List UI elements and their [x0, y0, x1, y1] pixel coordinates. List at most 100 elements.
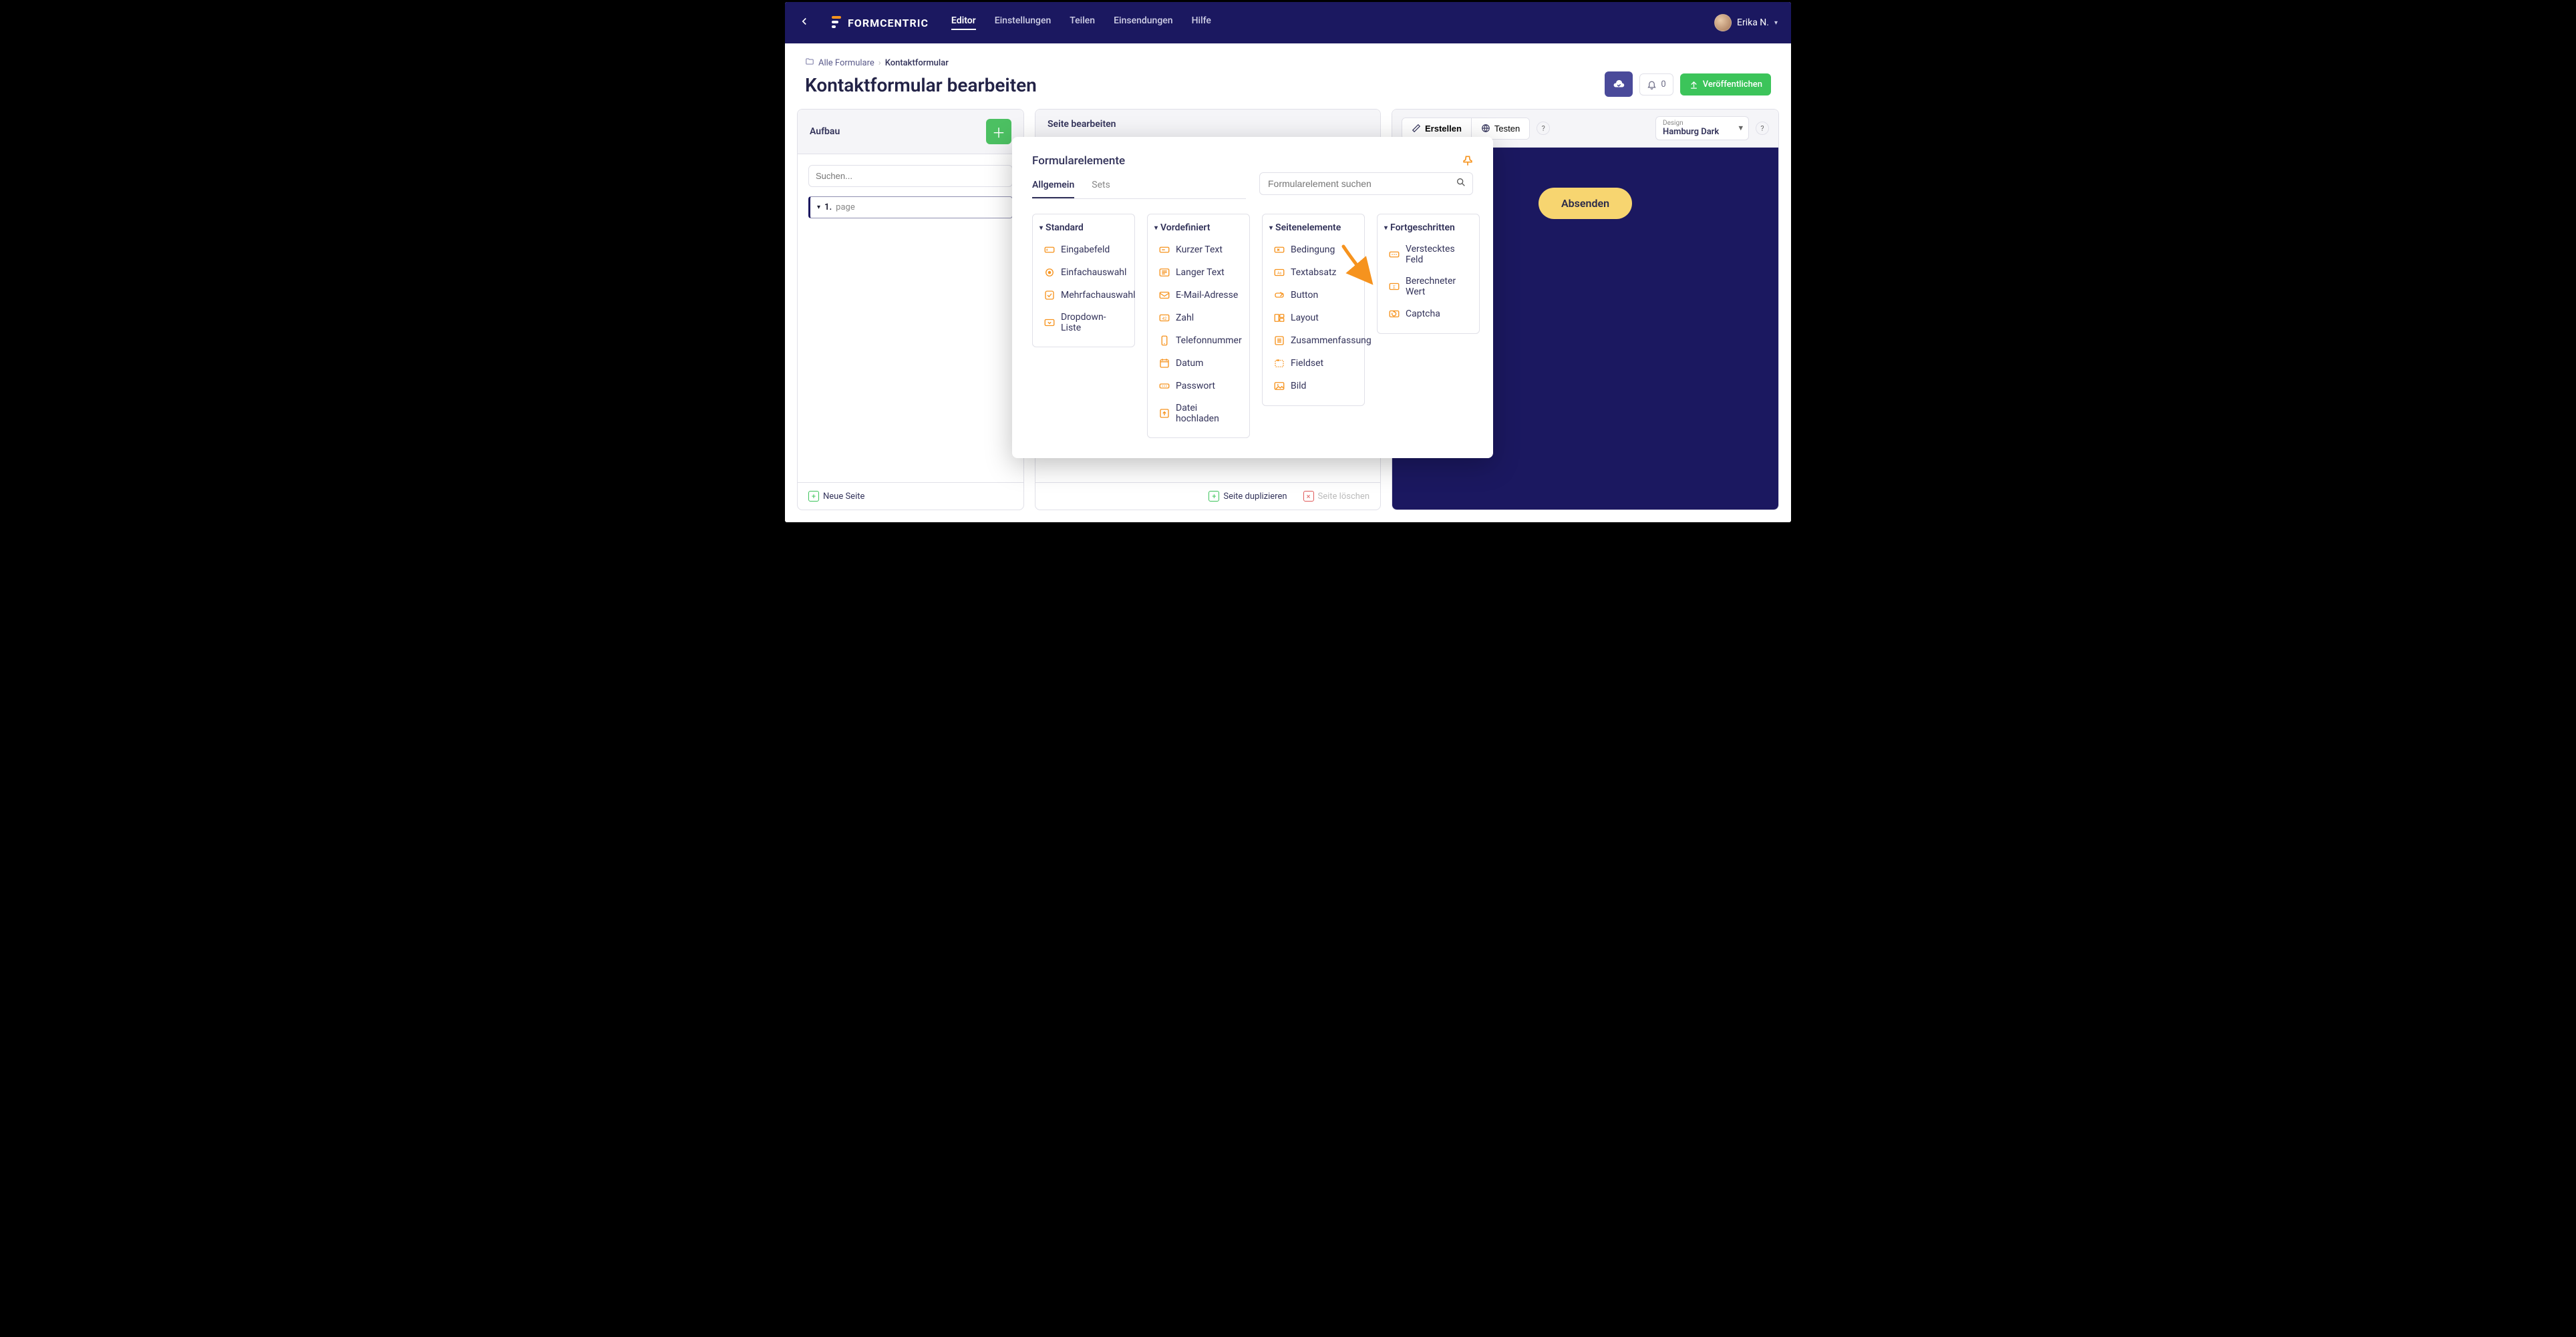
element-item[interactable]: Datei hochladen: [1154, 397, 1243, 429]
nav-tab-einsendungen[interactable]: Einsendungen: [1114, 15, 1172, 30]
brand-text: FORMCENTRIC: [848, 17, 929, 29]
mode-help-icon[interactable]: ?: [1537, 122, 1550, 135]
chevron-down-icon: ▾: [1384, 224, 1388, 232]
element-item[interactable]: Telefonnummer: [1154, 329, 1243, 352]
element-icon: Aa: [1273, 266, 1285, 278]
category-column: ▾Seitenelemente Bedingung AaTextabsatz Butt…: [1262, 214, 1365, 406]
category-header[interactable]: ▾Standard: [1039, 222, 1128, 233]
header-actions: 0 Veröffentlichen: [1605, 71, 1771, 97]
element-icon: [1043, 244, 1056, 256]
add-element-button[interactable]: ＋: [986, 119, 1011, 144]
element-item[interactable]: AaTextabsatz: [1269, 261, 1357, 284]
preview-submit-button[interactable]: Absenden: [1539, 188, 1632, 219]
chevron-down-icon: ▾: [1039, 224, 1043, 232]
category-title: Vordefiniert: [1160, 222, 1210, 233]
popup-tab-sets[interactable]: Sets: [1092, 180, 1110, 198]
nav-tab-editor[interactable]: Editor: [951, 15, 976, 30]
element-icon: [1158, 380, 1170, 392]
element-item[interactable]: Button: [1269, 284, 1357, 307]
publish-button[interactable]: Veröffentlichen: [1680, 73, 1771, 96]
element-item[interactable]: Dropdown-Liste: [1039, 307, 1128, 339]
notifications-count: 0: [1661, 79, 1665, 89]
breadcrumb-separator: ›: [878, 58, 881, 68]
back-button[interactable]: [798, 13, 816, 33]
mode-create-button[interactable]: Erstellen: [1402, 118, 1472, 139]
element-label: Button: [1291, 290, 1318, 301]
nav-tabs: Editor Einstellungen Teilen Einsendungen…: [951, 15, 1211, 30]
svg-text:42: 42: [1162, 317, 1167, 321]
element-label: Eingabefeld: [1061, 244, 1110, 255]
element-label: Kurzer Text: [1176, 244, 1223, 255]
chevron-down-icon: ▾: [1269, 224, 1273, 232]
popup-title: Formularelemente: [1032, 154, 1473, 168]
element-icon: Σ: [1388, 280, 1400, 293]
brand-logo: FORMCENTRIC: [832, 15, 929, 31]
category-title: Seitenelemente: [1275, 222, 1341, 233]
element-item[interactable]: Layout: [1269, 307, 1357, 329]
design-select[interactable]: Design Hamburg Dark ▾: [1655, 116, 1749, 140]
popup-tab-allgemein[interactable]: Allgemein: [1032, 180, 1074, 198]
element-label: Mehrfachauswahl: [1061, 290, 1136, 301]
element-icon: [1388, 248, 1400, 260]
pin-icon[interactable]: [1461, 154, 1474, 170]
user-name: Erika N.: [1737, 17, 1769, 28]
notifications-button[interactable]: 0: [1639, 73, 1673, 96]
top-nav: FORMCENTRIC Editor Einstellungen Teilen …: [785, 2, 1791, 43]
element-item[interactable]: 42Zahl: [1154, 307, 1243, 329]
folder-icon: [805, 57, 814, 69]
element-item[interactable]: Passwort: [1154, 375, 1243, 397]
element-label: Datei hochladen: [1176, 403, 1239, 424]
element-icon: [1273, 357, 1285, 369]
element-label: Langer Text: [1176, 267, 1225, 278]
structure-title: Aufbau: [810, 126, 840, 137]
structure-search-input[interactable]: [808, 165, 1013, 187]
element-label: Telefonnummer: [1176, 335, 1242, 346]
element-label: Fieldset: [1291, 358, 1323, 369]
element-item[interactable]: Captcha: [1384, 303, 1472, 325]
category-header[interactable]: ▾Vordefiniert: [1154, 222, 1243, 233]
user-menu[interactable]: Erika N. ▾: [1714, 14, 1778, 31]
element-item[interactable]: Mehrfachauswahl: [1039, 284, 1128, 307]
element-label: Passwort: [1176, 381, 1215, 391]
new-page-button[interactable]: + Neue Seite: [808, 491, 864, 502]
popup-search-input[interactable]: [1259, 172, 1473, 195]
nav-tab-hilfe[interactable]: Hilfe: [1192, 15, 1211, 30]
element-item[interactable]: Σ Berechneter Wert: [1384, 270, 1472, 303]
chevron-down-icon: ▾: [1154, 224, 1158, 232]
structure-panel: Aufbau ＋ ▾ 1. page + Neue Seite: [797, 109, 1024, 510]
element-item[interactable]: Kurzer Text: [1154, 238, 1243, 261]
delete-page-button[interactable]: × Seite löschen: [1303, 491, 1370, 502]
element-label: Zusammenfassung: [1291, 335, 1372, 346]
element-item[interactable]: E-Mail-Adresse: [1154, 284, 1243, 307]
tree-page-item[interactable]: ▾ 1. page: [808, 196, 1013, 218]
element-item[interactable]: Datum: [1154, 352, 1243, 375]
element-item[interactable]: Langer Text: [1154, 261, 1243, 284]
elements-popup: Formularelemente Allgemein Sets ▾Standar…: [1012, 137, 1493, 458]
mode-segment: Erstellen Testen: [1402, 118, 1530, 140]
cloud-save-button[interactable]: [1605, 71, 1633, 97]
element-item[interactable]: Zusammenfassung: [1269, 329, 1357, 352]
category-header[interactable]: ▾Fortgeschritten: [1384, 222, 1472, 233]
svg-text:Aa: Aa: [1277, 271, 1281, 275]
element-icon: 42: [1158, 312, 1170, 324]
element-item[interactable]: Verstecktes Feld: [1384, 238, 1472, 270]
page-edit-title: Seite bearbeiten: [1048, 119, 1116, 130]
duplicate-page-button[interactable]: + Seite duplizieren: [1209, 491, 1287, 502]
avatar: [1714, 14, 1732, 31]
mode-test-button[interactable]: Testen: [1472, 118, 1529, 139]
category-header[interactable]: ▾Seitenelemente: [1269, 222, 1357, 233]
element-label: Berechneter Wert: [1406, 276, 1468, 297]
element-item[interactable]: Bild: [1269, 375, 1357, 397]
element-item[interactable]: Einfachauswahl: [1039, 261, 1128, 284]
element-label: Captcha: [1406, 309, 1440, 319]
element-item[interactable]: Fieldset: [1269, 352, 1357, 375]
nav-tab-einstellungen[interactable]: Einstellungen: [995, 15, 1052, 30]
breadcrumb-root[interactable]: Alle Formulare: [818, 58, 874, 68]
chevron-down-icon: ▾: [1738, 124, 1743, 134]
element-label: Einfachauswahl: [1061, 267, 1126, 278]
design-help-icon[interactable]: ?: [1756, 122, 1769, 135]
nav-tab-teilen[interactable]: Teilen: [1070, 15, 1095, 30]
element-item[interactable]: Bedingung: [1269, 238, 1357, 261]
element-item[interactable]: Eingabefeld: [1039, 238, 1128, 261]
element-label: Bedingung: [1291, 244, 1335, 255]
